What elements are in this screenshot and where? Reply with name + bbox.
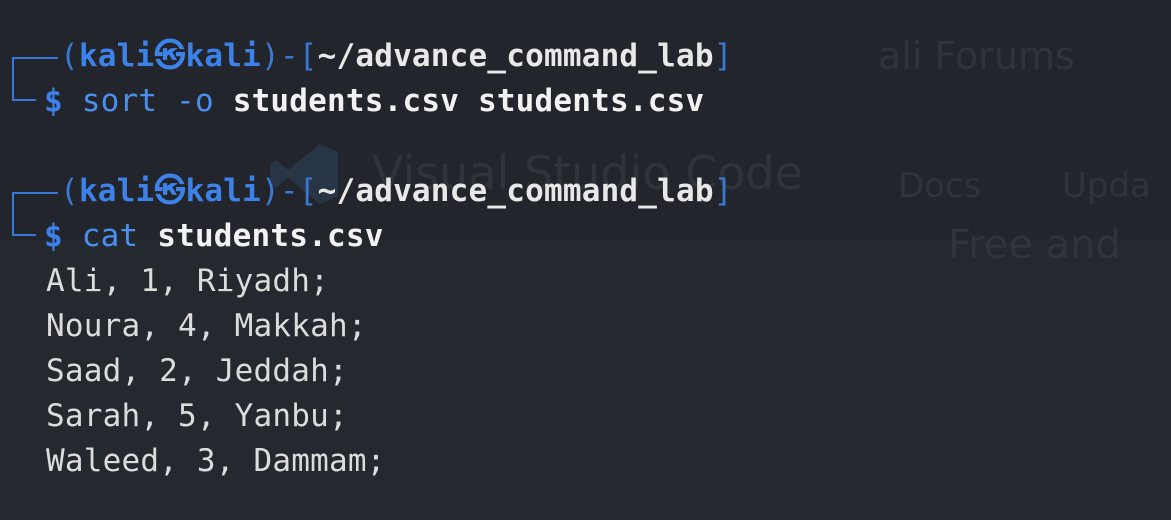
prompt-user: kali — [78, 38, 155, 74]
command-arg: students.csv — [232, 83, 460, 119]
prompt-dollar: $ — [44, 218, 63, 254]
prompt-end-bracket: ] — [713, 38, 733, 74]
prompt-close-bracket: )-[ — [261, 173, 318, 209]
command-name: sort — [81, 83, 158, 119]
command-line-1[interactable]: $ sort -o students.csv students.csv — [44, 79, 704, 123]
command-flag: -o — [176, 83, 214, 119]
command-arg: students.csv — [157, 218, 384, 254]
prompt-host: kali — [185, 173, 262, 209]
prompt-path: ~/advance_command_lab — [317, 173, 714, 209]
output-line: Noura, 4, Makkah; — [46, 308, 367, 344]
output-line: Waleed, 3, Dammam; — [46, 443, 386, 479]
prompt-close-bracket: )-[ — [261, 38, 318, 74]
command-arg: students.csv — [477, 83, 705, 119]
prompt-dollar: $ — [44, 83, 63, 119]
prompt-path: ~/advance_command_lab — [317, 38, 714, 74]
prompt-box-bottom-2 — [12, 234, 36, 236]
prompt-box-side-1 — [12, 57, 14, 101]
prompt-host: kali — [185, 38, 262, 74]
command-name: cat — [81, 218, 139, 254]
prompt-box-bottom-1 — [12, 99, 36, 101]
prompt-at-symbol: ㉿ — [154, 38, 186, 74]
prompt-open-paren: ( — [60, 173, 79, 209]
command-line-2[interactable]: $ cat students.csv — [44, 214, 384, 258]
prompt-end-bracket: ] — [713, 173, 733, 209]
prompt-user: kali — [78, 173, 155, 209]
output-line: Sarah, 5, Yanbu; — [46, 398, 348, 434]
prompt-box-side-2 — [12, 192, 14, 236]
prompt-line-2: (kali㉿kali)-[~/advance_command_lab] — [60, 169, 733, 213]
prompt-box-top-2 — [12, 192, 58, 194]
prompt-box-top-1 — [12, 57, 58, 59]
prompt-at-symbol: ㉿ — [154, 173, 186, 209]
prompt-open-paren: ( — [60, 38, 79, 74]
output-line: Saad, 2, Jeddah; — [46, 353, 348, 389]
prompt-line-1: (kali㉿kali)-[~/advance_command_lab] — [60, 34, 733, 78]
output-line: Ali, 1, Riyadh; — [46, 263, 329, 299]
terminal-window[interactable]: (kali㉿kali)-[~/advance_command_lab] $ so… — [0, 0, 1171, 520]
